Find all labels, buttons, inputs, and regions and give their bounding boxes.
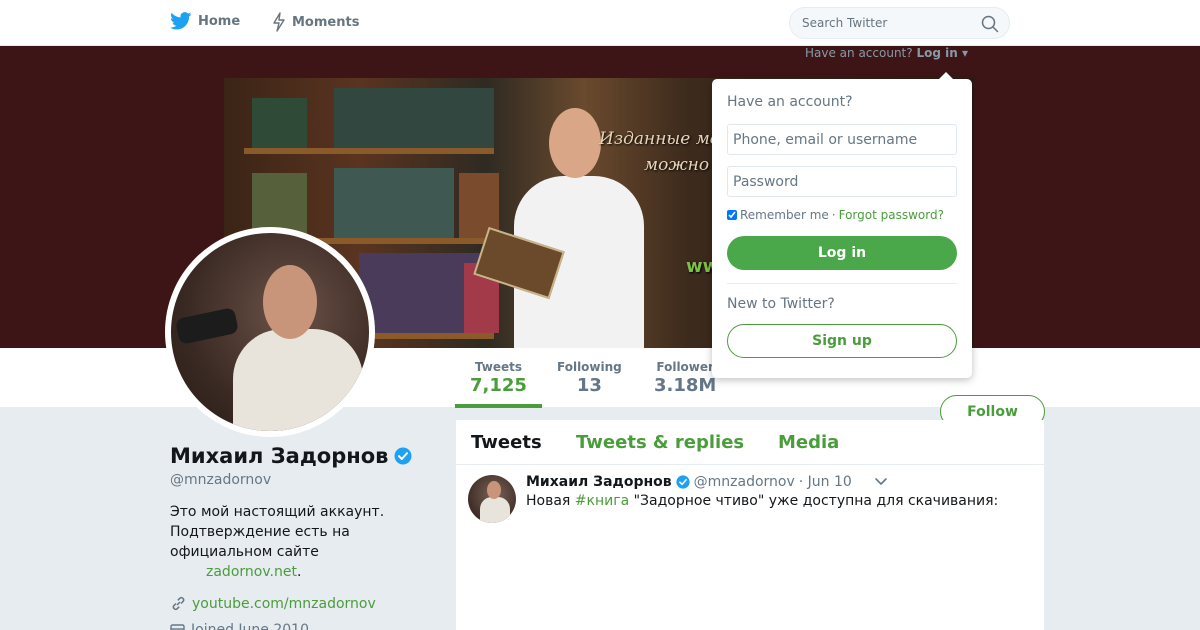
chevron-down-icon[interactable] [874, 477, 888, 487]
tweet-avatar-body [480, 497, 510, 523]
profile-bio-after: . [296, 564, 302, 580]
dropdown-caret [939, 72, 953, 79]
search-input[interactable] [802, 16, 972, 30]
tab-tweets[interactable]: Tweets [471, 432, 542, 453]
verified-badge-icon [394, 447, 412, 465]
new-to-twitter-text: New to Twitter? [727, 296, 835, 312]
stat-tweets-value: 7,125 [470, 375, 527, 396]
tweet-text-before: Новая [526, 493, 575, 509]
tab-media[interactable]: Media [778, 432, 839, 453]
avatar-lamp [174, 307, 240, 345]
tweet-date[interactable]: · Jun 10 [799, 474, 852, 490]
profile-website-link[interactable]: youtube.com/mnzadornov [192, 596, 376, 612]
remember-checkbox[interactable] [727, 210, 737, 220]
nav-moments-label: Moments [292, 14, 360, 30]
search-box [789, 7, 1010, 39]
nav-home-label: Home [198, 13, 241, 29]
avatar-person-body [233, 329, 363, 431]
verified-badge-icon [676, 475, 690, 489]
book [334, 168, 454, 238]
stat-followers-label: Follower [656, 360, 714, 374]
remember-row: Remember me · Forgot password? [727, 208, 944, 222]
stat-tweets[interactable]: Tweets 7,125 [470, 360, 527, 396]
tweet-hashtag[interactable]: #книга [575, 493, 629, 509]
login-dropdown: Have an account? Remember me · Forgot pa… [712, 72, 972, 378]
tweet-header: Михаил Задорнов @mnzadornov · Jun 10 [526, 474, 852, 490]
nav-moments[interactable]: Moments [272, 12, 359, 32]
banner-caption: Изданные мо можно к [599, 126, 725, 178]
tweet[interactable]: Михаил Задорнов @mnzadornov · Jun 10 Нов… [456, 465, 1044, 630]
tweet-avatar-head [487, 481, 501, 499]
lightning-icon [273, 12, 285, 32]
remember-label: Remember me [740, 208, 829, 222]
account-prompt: Have an account? Log in ▾ [805, 46, 968, 60]
profile-joined: Joined June 2010 [170, 622, 309, 630]
twitter-bird-icon [170, 12, 192, 30]
tweet-avatar[interactable] [468, 475, 516, 523]
book [334, 88, 494, 148]
profile-joined-text: Joined June 2010 [191, 622, 309, 630]
profile-bio-link[interactable]: zadornov.net [206, 564, 297, 580]
password-field[interactable] [727, 166, 957, 197]
stat-tweets-label: Tweets [474, 360, 523, 374]
nav-home[interactable]: Home [170, 12, 240, 30]
profile-name: Михаил Задорнов [170, 444, 412, 468]
link-icon [172, 596, 185, 611]
stat-following[interactable]: Following 13 [557, 360, 622, 396]
calendar-icon [170, 623, 185, 630]
tweet-text: Новая #книга "Задорное чтиво" уже доступ… [526, 493, 998, 509]
avatar-person-head [263, 265, 317, 339]
profile-handle: @mnzadornov [170, 472, 272, 488]
active-stat-underline [455, 404, 542, 408]
profile-website: youtube.com/mnzadornov [170, 595, 376, 612]
shelf [244, 148, 494, 154]
profile-bio: Это мой настоящий аккаунт. Подтверждение… [170, 502, 410, 582]
profile-name-text: Михаил Задорнов [170, 444, 389, 468]
login-toggle[interactable]: Log in ▾ [916, 46, 968, 60]
stat-following-value: 13 [576, 375, 602, 396]
profile-avatar[interactable] [165, 227, 375, 437]
top-nav: Home Moments [0, 0, 1200, 46]
search-icon[interactable] [981, 15, 999, 33]
tweet-author-handle[interactable]: @mnzadornov [694, 474, 795, 490]
avatar-photo [171, 233, 369, 431]
remember-separator: · [831, 208, 836, 222]
book [252, 98, 307, 148]
tab-tweets-replies[interactable]: Tweets & replies [576, 432, 744, 453]
timeline-tabs: Tweets Tweets & replies Media [456, 420, 1044, 465]
profile-bio-text: Это мой настоящий аккаунт. Подтверждение… [170, 504, 385, 560]
stat-followers[interactable]: Follower 3.18M [654, 360, 716, 396]
tweet-author-name[interactable]: Михаил Задорнов [526, 474, 672, 490]
login-button[interactable]: Log in [727, 236, 957, 270]
timeline: Tweets Tweets & replies Media Михаил Зад… [456, 420, 1044, 630]
signup-button[interactable]: Sign up [727, 324, 957, 358]
stat-followers-value: 3.18M [654, 375, 717, 396]
forgot-password-link[interactable]: Forgot password? [839, 208, 944, 222]
tweet-text-after: "Задорное чтиво" уже доступна для скачив… [629, 493, 999, 509]
stat-following-label: Following [557, 360, 622, 374]
login-dropdown-title: Have an account? [727, 94, 853, 110]
banner-caption-line1: Изданные мо [599, 129, 721, 149]
username-field[interactable] [727, 124, 957, 155]
dropdown-divider [727, 283, 957, 284]
account-prompt-text: Have an account? [805, 46, 913, 60]
banner-person-head [549, 108, 601, 178]
